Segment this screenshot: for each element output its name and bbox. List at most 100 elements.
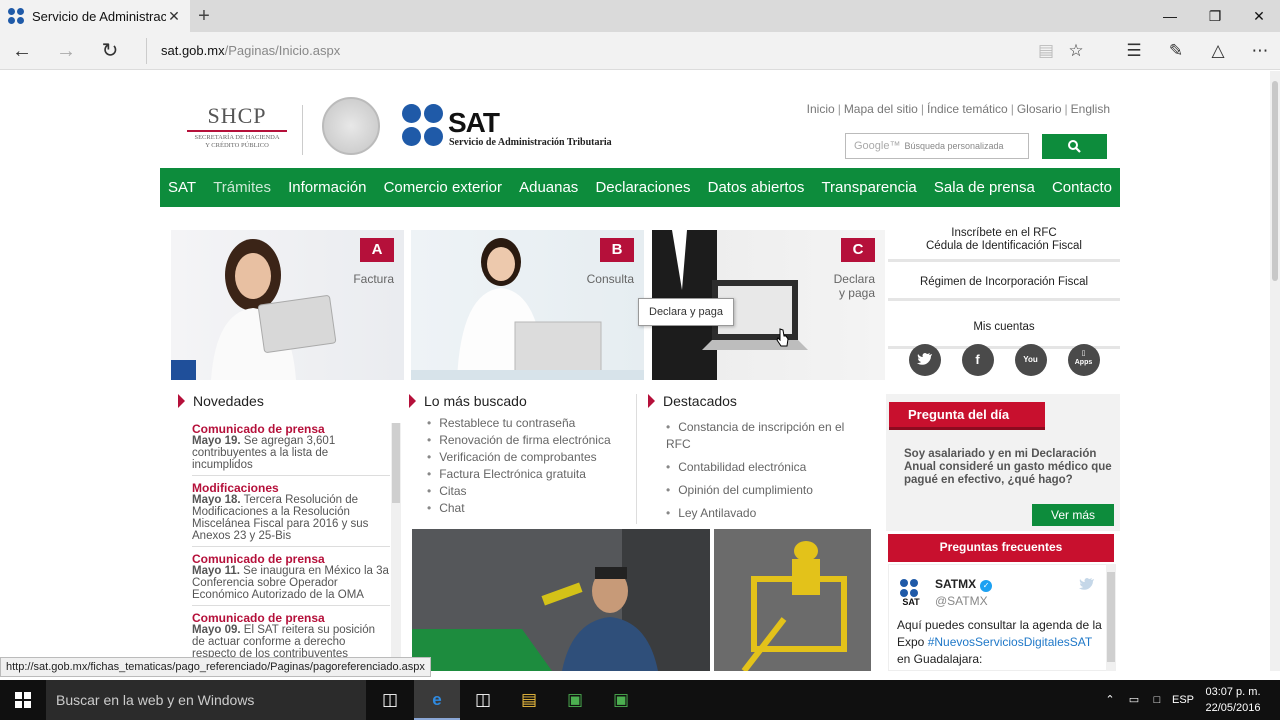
file-explorer-icon[interactable]: ▤ (506, 680, 552, 720)
tweet-author[interactable]: SATMX ✓ (935, 577, 993, 592)
destacados-item[interactable]: Ley Antilavado (666, 505, 846, 522)
hero-c-label: Declara y paga (834, 272, 875, 300)
favorite-star-icon[interactable]: ☆ (1056, 32, 1096, 70)
top-link-inicio[interactable]: Inicio (807, 102, 835, 116)
refresh-icon[interactable]: ↻ (88, 32, 132, 70)
satmx-avatar[interactable]: SAT (897, 579, 925, 607)
regimen-link[interactable]: Régimen de Incorporación Fiscal (888, 266, 1120, 301)
camtasia-recorder-icon[interactable]: ▣ (598, 680, 644, 720)
hero-factura[interactable]: A Factura (171, 230, 404, 380)
destacados-item[interactable]: Opinión del cumplimiento (666, 482, 846, 499)
search-button[interactable] (1042, 134, 1107, 159)
shcp-logo[interactable]: SHCP SECRETARÍA DE HACIENDA Y CRÉDITO PÚ… (184, 103, 290, 150)
more-icon[interactable]: ⋯ (1240, 32, 1280, 70)
url-host: sat.gob.mx (161, 43, 225, 58)
nav-sala-de-prensa[interactable]: Sala de prensa (934, 179, 1035, 196)
mas-buscado-item[interactable]: Citas (427, 485, 611, 497)
page-scrollbar[interactable] (1270, 71, 1280, 671)
maximize-icon[interactable]: ❐ (1193, 0, 1237, 32)
clock[interactable]: 03:07 p. m. 22/05/2016 (1200, 684, 1266, 716)
taskbar-search-input[interactable]: Buscar en la web y en Windows (46, 680, 366, 720)
search-input[interactable]: Google™ Búsqueda personalizada (845, 133, 1029, 159)
notification-icon[interactable]: □ (1146, 680, 1168, 720)
start-button[interactable] (0, 680, 46, 720)
nav-datos-abiertos[interactable]: Datos abiertos (708, 179, 805, 196)
tab-close-icon[interactable]: ✕ (166, 8, 182, 25)
url-field[interactable]: sat.gob.mx/Paginas/Inicio.aspx (146, 38, 1026, 64)
nav-transparencia[interactable]: Transparencia (821, 179, 916, 196)
tweet-hashtag[interactable]: #NuevosServiciosDigitalesSAT (928, 635, 1092, 649)
tab-bar: Servicio de Administrac ✕ + — ❐ ✕ (0, 0, 1280, 32)
worker-welding-image[interactable] (412, 529, 710, 671)
twitter-icon[interactable] (908, 344, 941, 376)
ver-mas-button[interactable]: Ver más (1032, 504, 1114, 526)
close-window-icon[interactable]: ✕ (1237, 0, 1280, 32)
worker-lift-image[interactable] (714, 529, 871, 671)
nav-tramites[interactable]: Trámites (213, 179, 271, 196)
side-links: Inscríbete en el RFC Cédula de Identific… (888, 221, 1120, 353)
clock-date: 22/05/2016 (1205, 702, 1261, 714)
new-tab-button[interactable]: + (193, 4, 215, 28)
facebook-icon[interactable]: f (961, 344, 994, 376)
top-link-english[interactable]: English (1071, 102, 1110, 116)
url-path: /Paginas/Inicio.aspx (224, 43, 341, 58)
nav-sat[interactable]: SAT (168, 179, 196, 196)
news-item[interactable]: Comunicado de prensa Mayo 19. Se agregan… (192, 423, 390, 476)
hub-icon[interactable]: ☰ (1114, 32, 1154, 70)
nav-informacion[interactable]: Información (288, 179, 366, 196)
task-view-icon[interactable]: ◫ (367, 680, 413, 720)
novedades-scroll-thumb[interactable] (392, 423, 400, 503)
hero-c-label-1: Declara (833, 272, 875, 286)
novedades-heading: Novedades (178, 393, 264, 409)
web-note-icon[interactable]: ✎ (1156, 32, 1196, 70)
minimize-icon[interactable]: — (1148, 0, 1192, 32)
nav-comercio-exterior[interactable]: Comercio exterior (384, 179, 502, 196)
nav-contacto[interactable]: Contacto (1052, 179, 1112, 196)
news-date: Mayo 18. (192, 494, 241, 506)
browser-tab[interactable]: Servicio de Administrac ✕ (0, 0, 190, 32)
news-item[interactable]: Modificaciones Mayo 18. Tercera Resoluci… (192, 482, 390, 547)
apps-icon[interactable]: ▯ Apps (1067, 344, 1100, 376)
mas-buscado-item[interactable]: Chat (427, 502, 611, 514)
mas-buscado-item[interactable]: Verificación de comprobantes (427, 451, 611, 463)
destacados-item[interactable]: Contabilidad electrónica (666, 459, 846, 476)
sat-logo-icon[interactable] (402, 104, 444, 146)
preguntas-frecuentes-button[interactable]: Preguntas frecuentes (888, 534, 1114, 562)
battery-icon[interactable]: ▭ (1122, 680, 1146, 720)
back-icon[interactable]: ← (0, 32, 44, 70)
nav-aduanas[interactable]: Aduanas (519, 179, 578, 196)
sat-logo-title[interactable]: SAT (448, 107, 500, 139)
nav-declaraciones[interactable]: Declaraciones (595, 179, 690, 196)
mas-buscado-item[interactable]: Renovación de firma electrónica (427, 434, 610, 446)
tweet-handle[interactable]: @SATMX (935, 594, 988, 608)
news-item[interactable]: Comunicado de prensa Mayo 11. Se inaugur… (192, 553, 390, 606)
hero-consulta[interactable]: B Consulta (411, 230, 644, 380)
search-icon (1068, 140, 1081, 153)
language-indicator[interactable]: ESP (1168, 680, 1198, 720)
youtube-icon[interactable]: You (1014, 344, 1047, 376)
pregunta-question: Soy asalariado y en mi Declaración Anual… (904, 448, 1112, 486)
tweet-scroll-thumb[interactable] (1107, 572, 1115, 662)
camtasia-icon[interactable]: ▣ (552, 680, 598, 720)
mas-buscado-item[interactable]: Restablece tu contraseña (427, 417, 611, 429)
destacados-title: Destacados (663, 393, 737, 409)
rfc-link[interactable]: Inscríbete en el RFC Cédula de Identific… (888, 221, 1120, 262)
top-link-glosario[interactable]: Glosario (1017, 102, 1062, 116)
mis-cuentas-link[interactable]: Mis cuentas (888, 307, 1120, 349)
search-placeholder: Búsqueda personalizada (904, 141, 1004, 151)
top-link-indice[interactable]: Índice temático (927, 102, 1008, 116)
store-icon[interactable]: ◫ (460, 680, 506, 720)
page-scroll-thumb[interactable] (1272, 81, 1278, 281)
tray-chevron-icon[interactable]: ⌃ (1100, 680, 1120, 720)
forward-icon[interactable]: → (44, 32, 88, 70)
edge-browser-icon[interactable]: e (414, 680, 460, 720)
top-link-mapa[interactable]: Mapa del sitio (844, 102, 918, 116)
novedades-list: Comunicado de prensa Mayo 19. Se agregan… (192, 423, 390, 671)
sat-logo-subtitle: Servicio de Administración Tributaria (449, 137, 612, 148)
tweet-scrollbar[interactable] (1106, 564, 1116, 671)
share-icon[interactable]: △ (1198, 32, 1238, 70)
mas-buscado-item[interactable]: Factura Electrónica gratuita (427, 468, 611, 480)
novedades-scrollbar[interactable] (391, 423, 401, 671)
clock-time: 03:07 p. m. (1205, 686, 1261, 698)
destacados-item[interactable]: Constancia de inscripción en el RFC (666, 419, 846, 453)
